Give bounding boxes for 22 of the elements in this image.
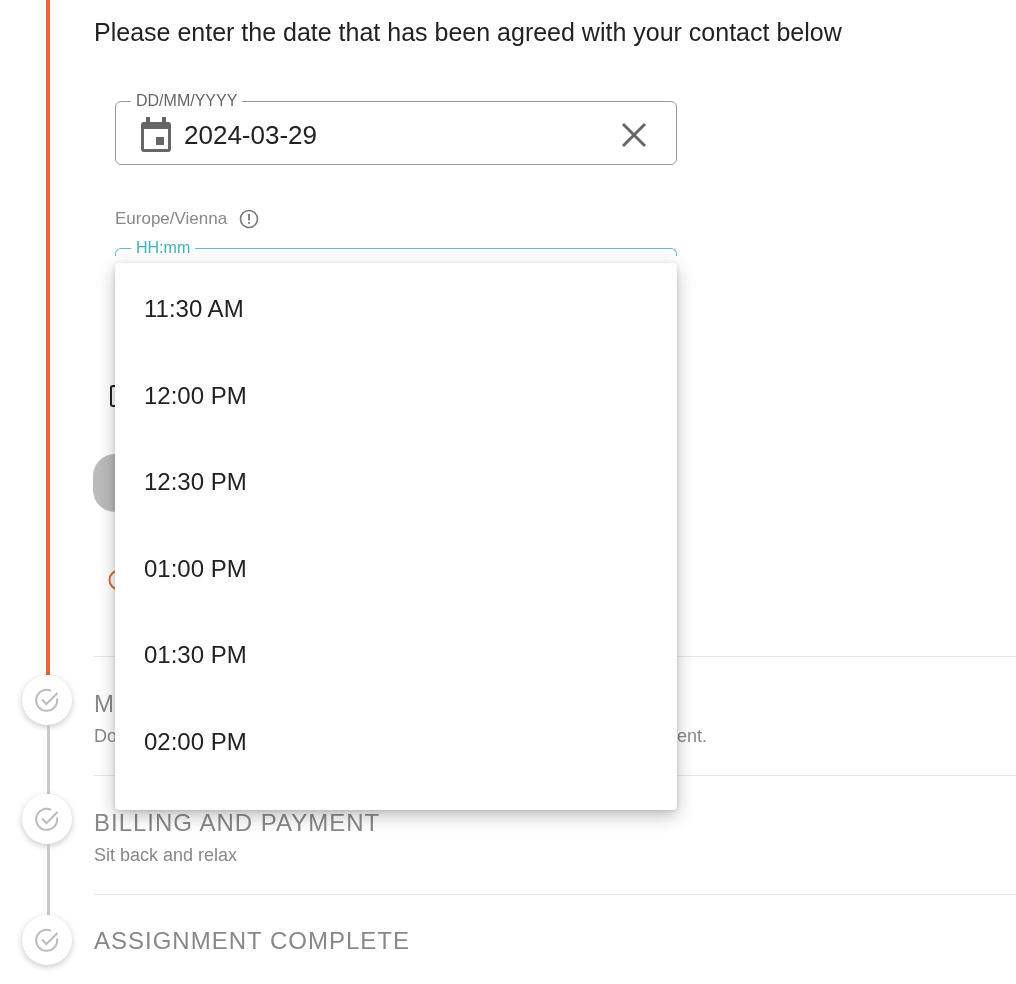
step-subtitle: ent. bbox=[677, 725, 708, 747]
step-title: M bbox=[94, 690, 115, 717]
step-title: BILLING AND PAYMENT bbox=[94, 809, 381, 836]
info-icon[interactable] bbox=[239, 209, 260, 229]
date-field[interactable]: DD/MM/YYYY 2024-03-29 bbox=[115, 93, 677, 165]
step-subtitle: Sit back and relax bbox=[94, 845, 238, 865]
time-menu-option[interactable]: 01:30 PM bbox=[115, 612, 677, 699]
date-value[interactable]: 2024-03-29 bbox=[184, 119, 384, 151]
step-title: ASSIGNMENT COMPLETE bbox=[94, 927, 410, 954]
time-menu-option[interactable]: 12:30 PM bbox=[115, 439, 677, 526]
instruction-text: Please enter the date that has been agreed with your contact below bbox=[94, 17, 842, 47]
time-menu-option[interactable]: 11:30 AM bbox=[115, 266, 677, 353]
check-icon bbox=[22, 675, 72, 725]
time-menu-option[interactable]: 12:00 PM bbox=[115, 352, 677, 439]
clear-button[interactable] bbox=[620, 121, 648, 149]
timezone-label: Europe/Vienna bbox=[115, 209, 228, 229]
check-icon bbox=[22, 915, 72, 965]
round-button[interactable] bbox=[93, 454, 115, 512]
time-menu-option[interactable]: 02:00 PM bbox=[115, 698, 677, 785]
calendar-icon bbox=[140, 117, 172, 153]
time-menu-option[interactable]: 01:00 PM bbox=[115, 525, 677, 612]
check-icon bbox=[22, 794, 72, 844]
